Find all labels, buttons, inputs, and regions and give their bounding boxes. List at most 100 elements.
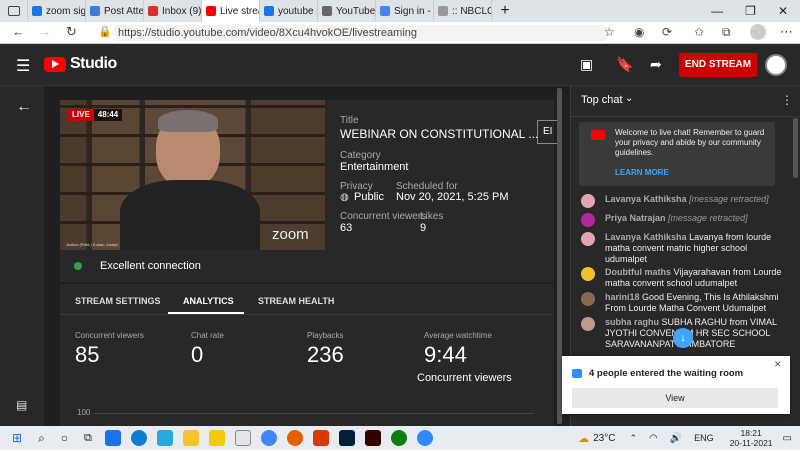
- close-icon[interactable]: ✕: [774, 359, 782, 370]
- browser-tab-2[interactable]: Inbox (9) -✕: [144, 0, 202, 22]
- tray-chevron-icon[interactable]: ⌃: [629, 433, 637, 444]
- tab-stream-settings[interactable]: STREAM SETTINGS: [75, 296, 161, 306]
- chevron-down-icon[interactable]: ⌄: [625, 93, 633, 104]
- profile-icon[interactable]: [750, 24, 766, 40]
- metric-playbacks-value: 236: [307, 342, 344, 367]
- star-icon[interactable]: ☆: [604, 25, 615, 39]
- youtube-logo[interactable]: [44, 57, 66, 72]
- volume-icon[interactable]: 🔊: [670, 433, 682, 444]
- tab-actions-icon[interactable]: [0, 0, 28, 22]
- clock[interactable]: 18:21 20-11-2021: [730, 428, 773, 448]
- connection-status: Excellent connection: [100, 260, 201, 272]
- tab-label: Inbox (9) -: [162, 5, 202, 17]
- language-indicator[interactable]: ENG: [694, 433, 714, 443]
- concurrent-value: 63: [340, 222, 353, 234]
- avatar: [581, 317, 595, 331]
- hamburger-menu-icon[interactable]: ☰: [16, 56, 30, 76]
- avatar: [581, 267, 595, 281]
- more-menu-icon[interactable]: ⋯: [780, 24, 793, 40]
- file-explorer-icon[interactable]: [182, 430, 199, 446]
- chat-author: Lavanya Kathiksha: [605, 232, 687, 242]
- wifi-icon[interactable]: ◠: [649, 433, 658, 444]
- chat-message: Lavanya Kathiksha [message retracted]: [581, 194, 791, 208]
- metric-concurrent-label: Concurrent viewers: [75, 331, 144, 340]
- avatar: [581, 213, 595, 227]
- firefox-icon[interactable]: [286, 430, 303, 446]
- bookmark-icon[interactable]: 🔖: [616, 56, 633, 73]
- browser-tab-6[interactable]: Sign in - Go✕: [376, 0, 434, 22]
- browser-tab-7[interactable]: :: NBCLC ::✕: [434, 0, 492, 22]
- restore-icon[interactable]: ❐: [745, 4, 756, 18]
- browser-tab-3[interactable]: Live stream✕: [202, 0, 260, 22]
- tab-bar-divider: [60, 314, 554, 315]
- powerbi-icon[interactable]: [208, 430, 225, 446]
- xbox-icon[interactable]: [390, 430, 407, 446]
- chrome-icon[interactable]: [260, 430, 277, 446]
- url-field[interactable]: https://studio.youtube.com/video/8Xcu4hv…: [112, 25, 610, 41]
- chart-gridline: [94, 413, 534, 414]
- notification-center-icon[interactable]: ▭: [783, 433, 792, 444]
- temperature[interactable]: 23°C: [593, 433, 615, 444]
- title-label: Title: [340, 115, 359, 126]
- zoom-watermark: zoom: [272, 226, 309, 243]
- forward-icon[interactable]: →: [38, 24, 51, 39]
- more-options-icon[interactable]: ⋮: [781, 93, 793, 107]
- end-stream-button[interactable]: END STREAM: [679, 53, 757, 77]
- photoshop-icon[interactable]: [338, 430, 355, 446]
- new-tab-button[interactable]: +: [492, 0, 518, 22]
- extension-icon[interactable]: ◉: [634, 25, 644, 39]
- collections-icon[interactable]: ⧉: [722, 25, 731, 40]
- browser-tab-1[interactable]: Post Attend✕: [86, 0, 144, 22]
- refresh-icon[interactable]: ↻: [66, 24, 77, 40]
- tab-label: :: NBCLC ::: [452, 5, 492, 17]
- concurrent-label: Concurrent viewers: [340, 211, 427, 222]
- l-app-icon[interactable]: [156, 430, 173, 446]
- tab-stream-health[interactable]: STREAM HEALTH: [258, 296, 334, 306]
- windows-start-icon[interactable]: ⊞: [12, 431, 22, 445]
- close-window-icon[interactable]: ✕: [778, 4, 788, 18]
- elapsed-time: 48:44: [93, 109, 123, 121]
- channel-avatar[interactable]: [765, 54, 787, 76]
- metric-playbacks-label: Playbacks: [307, 331, 344, 340]
- waiting-room-notification: ✕ 4 people entered the waiting room View: [562, 356, 790, 414]
- browser-tab-4[interactable]: youtube stu✕: [260, 0, 318, 22]
- tab-analytics[interactable]: ANALYTICS: [183, 296, 234, 306]
- avatar: [581, 194, 595, 208]
- edit-button[interactable]: EI: [537, 120, 557, 144]
- chart-axis-top: 100: [77, 408, 91, 417]
- studio-brand: Studio: [70, 55, 117, 72]
- snip-tool-icon[interactable]: [234, 430, 251, 446]
- youtube-favicon-icon: [206, 6, 216, 16]
- sync-icon[interactable]: ⟳: [662, 25, 672, 39]
- favorites-icon[interactable]: ✩: [694, 25, 704, 39]
- view-button[interactable]: View: [572, 388, 778, 408]
- speaker-body: [120, 180, 260, 250]
- task-view-icon[interactable]: ⧉: [84, 432, 92, 445]
- globe-icon: ◍: [340, 192, 349, 203]
- top-chat-dropdown[interactable]: Top chat: [581, 94, 623, 106]
- back-icon[interactable]: ←: [12, 24, 25, 39]
- edge-browser-icon[interactable]: [130, 430, 147, 446]
- feedback-icon[interactable]: ▤: [16, 398, 27, 412]
- cortana-icon[interactable]: ○: [61, 431, 68, 445]
- browser-tab-5[interactable]: YouTube St✕: [318, 0, 376, 22]
- zoom-taskbar-icon[interactable]: [416, 430, 433, 446]
- clock-date: 20-11-2021: [729, 438, 773, 448]
- office-icon[interactable]: [312, 430, 329, 446]
- chat-message: harini18 Good Evening, This Is Athilaksh…: [581, 292, 791, 314]
- share-icon[interactable]: ➦: [650, 56, 662, 73]
- illustrator-icon[interactable]: [364, 430, 381, 446]
- scroll-to-bottom-button[interactable]: ↓: [673, 328, 693, 348]
- camera-icon[interactable]: ▣: [580, 56, 593, 73]
- back-arrow-icon[interactable]: ←: [16, 98, 32, 116]
- learn-more-link[interactable]: LEARN MORE: [615, 168, 669, 177]
- video-preview[interactable]: LIVE 48:44 zoom Justice (Retd.) Kurian J…: [60, 100, 325, 250]
- tab-label: zoom sign: [46, 5, 86, 17]
- search-icon[interactable]: ⌕: [38, 431, 45, 446]
- browser-tab-0[interactable]: zoom sign✕: [28, 0, 86, 22]
- chat-scrollbar[interactable]: [793, 118, 798, 178]
- chat-author: Doubtful maths: [605, 267, 671, 277]
- mail-app-icon[interactable]: [104, 430, 121, 446]
- likes-value: 9: [420, 222, 427, 234]
- minimize-icon[interactable]: —: [711, 4, 723, 18]
